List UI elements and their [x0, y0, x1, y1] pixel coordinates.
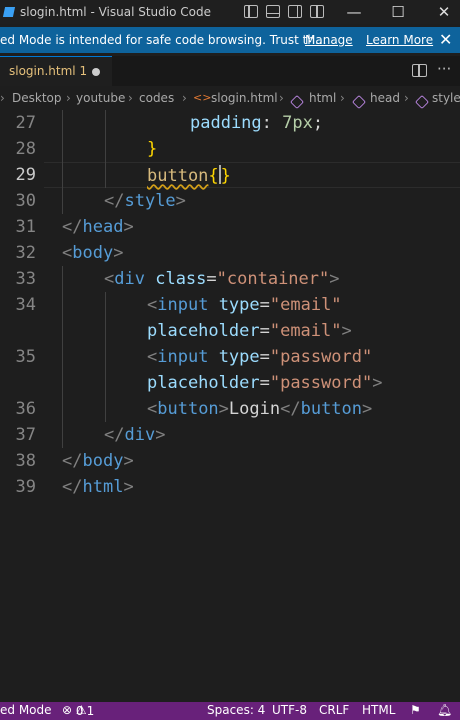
- tab-slogin-html[interactable]: slogin.html 1: [0, 56, 112, 86]
- learn-more-link[interactable]: Learn More: [366, 27, 433, 53]
- unsaved-dot-icon[interactable]: [92, 68, 100, 76]
- code-line: </div>: [104, 425, 166, 445]
- toggle-primary-sidebar-icon[interactable]: [244, 5, 258, 18]
- html-file-icon: <>: [193, 91, 212, 104]
- title-bar: slogin.html - Visual Studio Code — ☐ ✕: [0, 0, 460, 24]
- window-title: slogin.html - Visual Studio Code: [0, 0, 211, 24]
- status-bar: ed Mode ⊗ 0 ⚠ 1 Spaces: 4 UTF-8 CRLF HTM…: [0, 702, 460, 720]
- breadcrumb-head[interactable]: head: [370, 91, 400, 105]
- line-number: 31: [15, 217, 36, 237]
- indent-guide: [105, 110, 106, 188]
- code-line: <div class="container">: [104, 269, 340, 289]
- maximize-button[interactable]: ☐: [378, 0, 418, 24]
- restricted-mode-banner: ed Mode is intended for safe code browsi…: [0, 27, 460, 53]
- code-line: <input type="email": [147, 295, 342, 315]
- code-line: padding: 7px;: [190, 113, 324, 133]
- code-editor[interactable]: 27 28 29 30 31 32 33 34 35 36 37 38 39 p…: [0, 110, 460, 700]
- line-number: 37: [15, 425, 36, 445]
- line-number: 33: [15, 269, 36, 289]
- code-line: </head>: [62, 217, 134, 237]
- indent-guide: [62, 110, 63, 214]
- indentation-status[interactable]: Spaces: 4: [207, 703, 265, 717]
- code-line: button{}: [147, 165, 231, 186]
- vscode-logo-icon: [2, 7, 16, 17]
- line-number: 28: [15, 139, 36, 159]
- window-title-text: slogin.html - Visual Studio Code: [20, 5, 211, 19]
- breadcrumb-youtube[interactable]: youtube: [76, 91, 125, 105]
- indent-guide: [62, 266, 63, 448]
- breadcrumb-style[interactable]: style: [432, 91, 460, 105]
- breadcrumb-slogin-html[interactable]: slogin.html: [211, 91, 278, 105]
- banner-close-icon[interactable]: ✕: [439, 27, 452, 53]
- feedback-icon[interactable]: ⚑: [410, 703, 421, 717]
- encoding-status[interactable]: UTF-8: [272, 703, 307, 717]
- code-line: </html>: [62, 477, 134, 497]
- toggle-secondary-sidebar-icon[interactable]: [288, 5, 302, 18]
- line-number: 32: [15, 243, 36, 263]
- line-number: 39: [15, 477, 36, 497]
- code-line: placeholder="email">: [147, 321, 352, 341]
- toggle-panel-icon[interactable]: [266, 5, 280, 18]
- tab-label: slogin.html 1: [9, 64, 88, 78]
- code-line: <body>: [62, 243, 124, 263]
- code-line: }: [147, 139, 158, 159]
- breadcrumb-codes[interactable]: codes: [139, 91, 174, 105]
- current-line-highlight: [44, 162, 460, 188]
- manage-link[interactable]: Manage: [305, 27, 353, 53]
- code-line: </style>: [104, 191, 186, 211]
- editor-tab-bar: slogin.html 1 ···: [0, 56, 460, 86]
- line-number: 29: [15, 165, 36, 185]
- line-number: 36: [15, 399, 36, 419]
- close-window-button[interactable]: ✕: [424, 0, 460, 24]
- code-line: placeholder="password">: [147, 373, 383, 393]
- line-number: 35: [15, 347, 36, 367]
- breadcrumb-separator: ›: [0, 91, 5, 105]
- restricted-mode-status[interactable]: ed Mode: [0, 703, 52, 717]
- customize-layout-icon[interactable]: [310, 5, 324, 18]
- indent-guide: [105, 292, 106, 422]
- language-mode-status[interactable]: HTML: [362, 703, 395, 717]
- breadcrumb: › Desktop › youtube › codes › <> slogin.…: [0, 88, 460, 110]
- line-number: 34: [15, 295, 36, 315]
- problems-status[interactable]: ⊗ 0 ⚠ 1: [62, 703, 94, 718]
- code-line: <input type="password": [147, 347, 373, 367]
- breadcrumb-desktop[interactable]: Desktop: [12, 91, 62, 105]
- eol-status[interactable]: CRLF: [319, 703, 349, 717]
- minimize-button[interactable]: —: [334, 0, 374, 24]
- more-actions-icon[interactable]: ···: [437, 60, 451, 78]
- notifications-bell-icon[interactable]: 🔔︎: [437, 703, 452, 717]
- code-line: </body>: [62, 451, 134, 471]
- code-line: <button>Login</button>: [147, 399, 373, 419]
- layout-controls: [244, 5, 324, 18]
- split-editor-icon[interactable]: [412, 64, 427, 77]
- breadcrumb-html[interactable]: html: [309, 91, 336, 105]
- line-number: 38: [15, 451, 36, 471]
- line-number: 30: [15, 191, 36, 211]
- banner-message: ed Mode is intended for safe code browsi…: [0, 33, 327, 47]
- line-number: 27: [15, 113, 36, 133]
